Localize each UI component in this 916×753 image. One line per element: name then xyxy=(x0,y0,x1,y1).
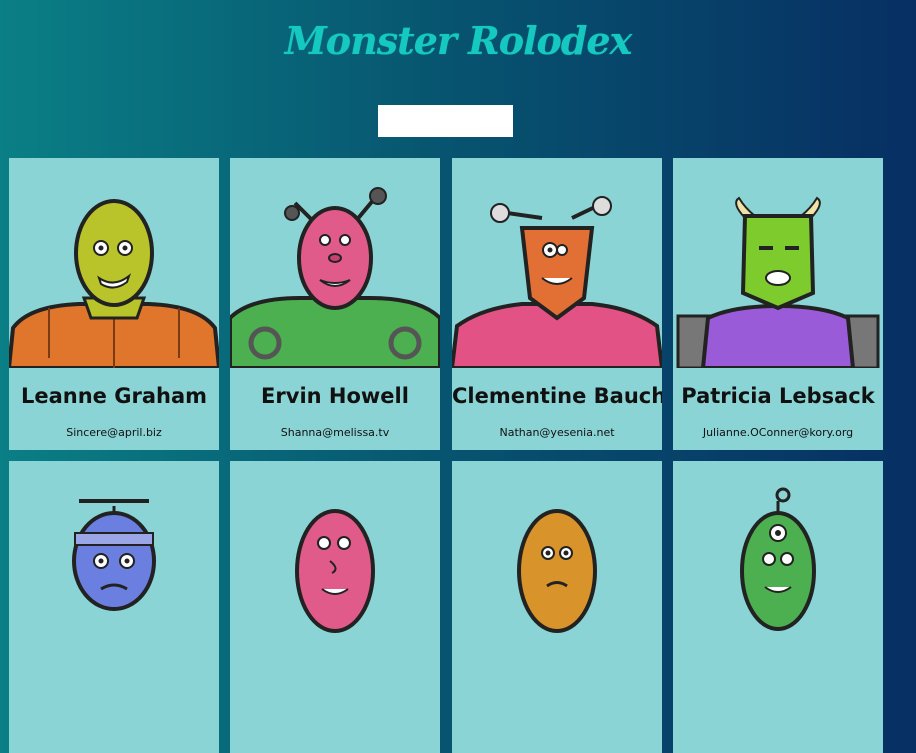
monster-avatar xyxy=(295,509,375,633)
monster-card[interactable] xyxy=(9,461,219,753)
monster-name: Ervin Howell xyxy=(261,384,409,408)
monster-card[interactable]: Leanne Graham Sincere@april.biz xyxy=(9,158,219,450)
monster-card[interactable]: Ervin Howell Shanna@melissa.tv xyxy=(230,158,440,450)
monster-card[interactable]: Clementine Bauch Nathan@yesenia.net xyxy=(452,158,662,450)
monster-name: Leanne Graham xyxy=(20,384,208,408)
monster-email: Julianne.OConner@kory.org xyxy=(702,426,854,439)
monster-avatar xyxy=(452,196,662,368)
search-input[interactable] xyxy=(378,105,513,137)
app-title: Monster Rolodex xyxy=(284,18,633,63)
monster-avatar xyxy=(230,187,440,368)
monster-avatar xyxy=(740,487,816,631)
monster-card[interactable] xyxy=(230,461,440,753)
monster-email: Sincere@april.biz xyxy=(66,426,162,439)
monster-email: Shanna@melissa.tv xyxy=(280,426,390,439)
monster-name: Patricia Lebsack xyxy=(681,384,875,408)
monster-card[interactable]: Patricia Lebsack Julianne.OConner@kory.o… xyxy=(673,158,883,450)
monster-card[interactable] xyxy=(673,461,883,753)
monster-avatar xyxy=(9,199,219,368)
monster-card[interactable] xyxy=(452,461,662,753)
monster-avatar xyxy=(676,196,880,368)
monster-name: Clementine Bauch xyxy=(452,384,662,408)
monster-email: Nathan@yesenia.net xyxy=(499,426,615,439)
monster-avatar xyxy=(517,509,597,633)
monster-avatar xyxy=(72,499,156,611)
